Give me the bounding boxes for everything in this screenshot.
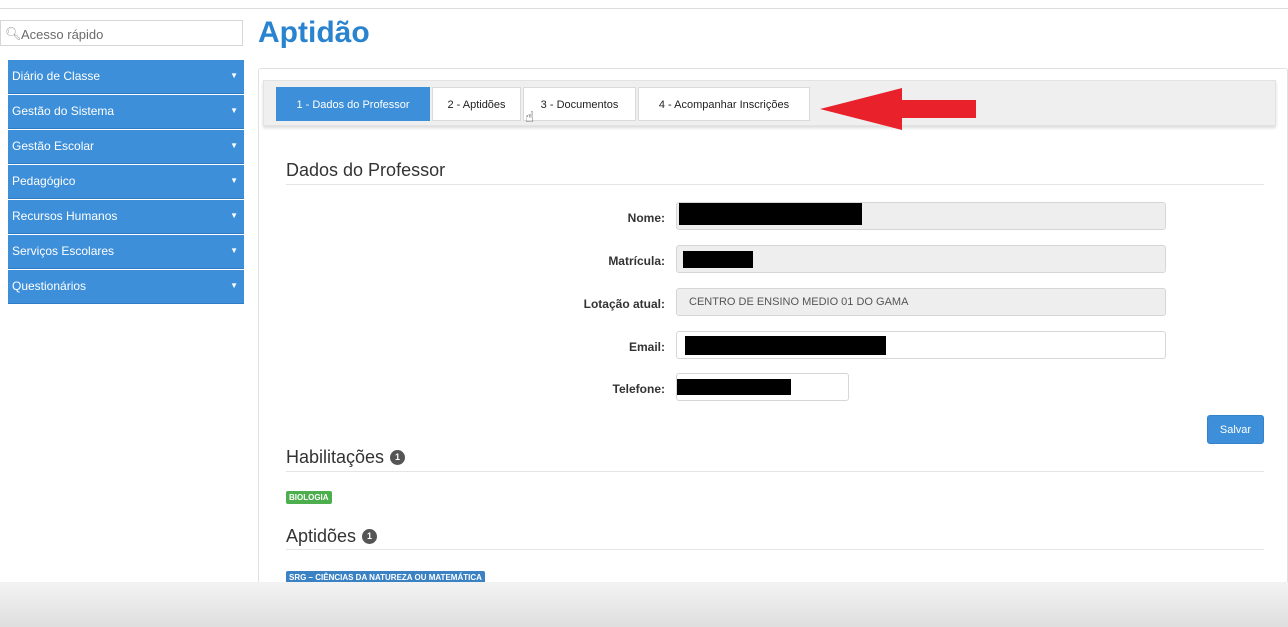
redaction-bar xyxy=(679,203,862,225)
section-divider xyxy=(286,471,1264,472)
quick-access-search[interactable]: 🔍︎ xyxy=(0,20,243,46)
telefone-label: Telefone: xyxy=(612,382,665,396)
caret-down-icon: ▼ xyxy=(230,106,238,115)
section-title-habilitacoes: Habilitações 1 xyxy=(286,447,406,468)
matricula-label: Matrícula: xyxy=(608,254,665,268)
sidebar-item-servicos-escolares[interactable]: Serviços Escolares ▼ xyxy=(8,235,244,269)
caret-down-icon: ▼ xyxy=(230,281,238,290)
sidebar-item-recursos-humanos[interactable]: Recursos Humanos ▼ xyxy=(8,200,244,234)
section-divider xyxy=(286,549,1264,550)
habilitacao-tag: BIOLOGIA xyxy=(286,491,332,504)
caret-down-icon: ▼ xyxy=(230,211,238,220)
section-title-dados-do-professor: Dados do Professor xyxy=(286,160,446,180)
habilitacoes-title: Habilitações xyxy=(286,447,385,467)
lotacao-field: CENTRO DE ENSINO MEDIO 01 DO GAMA xyxy=(676,288,1166,316)
sidebar-item-label: Recursos Humanos xyxy=(12,209,118,223)
sidebar-item-questionarios[interactable]: Questionários ▼ xyxy=(8,270,244,304)
sidebar-item-label: Gestão Escolar xyxy=(12,139,95,153)
redaction-bar xyxy=(685,336,886,355)
caret-down-icon: ▼ xyxy=(230,176,238,185)
tab-aptidoes[interactable]: 2 - Aptidões xyxy=(432,87,521,121)
sidebar-item-label: Diário de Classe xyxy=(12,69,101,83)
sidebar-item-label: Serviços Escolares xyxy=(12,244,115,258)
sidebar-item-pedagogico[interactable]: Pedagógico ▼ xyxy=(8,165,244,199)
section-divider xyxy=(286,184,1264,185)
lotacao-label: Lotação atual: xyxy=(583,297,665,311)
red-arrow-annotation xyxy=(820,88,976,130)
count-badge: 1 xyxy=(362,528,378,544)
nome-label: Nome: xyxy=(627,211,665,225)
caret-down-icon: ▼ xyxy=(230,71,238,80)
quick-access-input[interactable] xyxy=(19,24,238,44)
aptidoes-title: Aptidões xyxy=(286,526,357,546)
sidebar-item-gestao-do-sistema[interactable]: Gestão do Sistema ▼ xyxy=(8,95,244,129)
top-divider xyxy=(0,8,1288,9)
hand-pointer-icon: ☝︎ xyxy=(525,109,535,126)
section-title-aptidoes: Aptidões 1 xyxy=(286,526,378,547)
sidebar-menu: Diário de Classe ▼ Gestão do Sistema ▼ G… xyxy=(8,60,244,305)
tab-documentos[interactable]: 3 - Documentos xyxy=(523,87,636,121)
sidebar-item-label: Questionários xyxy=(12,279,87,293)
tab-dados-do-professor[interactable]: 1 - Dados do Professor xyxy=(276,87,430,121)
sidebar-item-label: Pedagógico xyxy=(12,174,76,188)
redaction-bar xyxy=(677,379,791,395)
sidebar-item-label: Gestão do Sistema xyxy=(12,104,115,118)
count-badge: 1 xyxy=(390,449,406,465)
redaction-bar xyxy=(683,251,753,268)
sidebar-item-diario-de-classe[interactable]: Diário de Classe ▼ xyxy=(8,60,244,94)
email-label: Email: xyxy=(628,340,665,354)
sidebar-item-gestao-escolar[interactable]: Gestão Escolar ▼ xyxy=(8,130,244,164)
bottom-shadow xyxy=(0,582,1288,627)
caret-down-icon: ▼ xyxy=(230,246,238,255)
tab-acompanhar-inscricoes[interactable]: 4 - Acompanhar Inscrições xyxy=(638,87,810,121)
caret-down-icon: ▼ xyxy=(230,141,238,150)
page-title: Aptidão xyxy=(258,16,370,49)
save-button[interactable]: Salvar xyxy=(1207,415,1264,444)
